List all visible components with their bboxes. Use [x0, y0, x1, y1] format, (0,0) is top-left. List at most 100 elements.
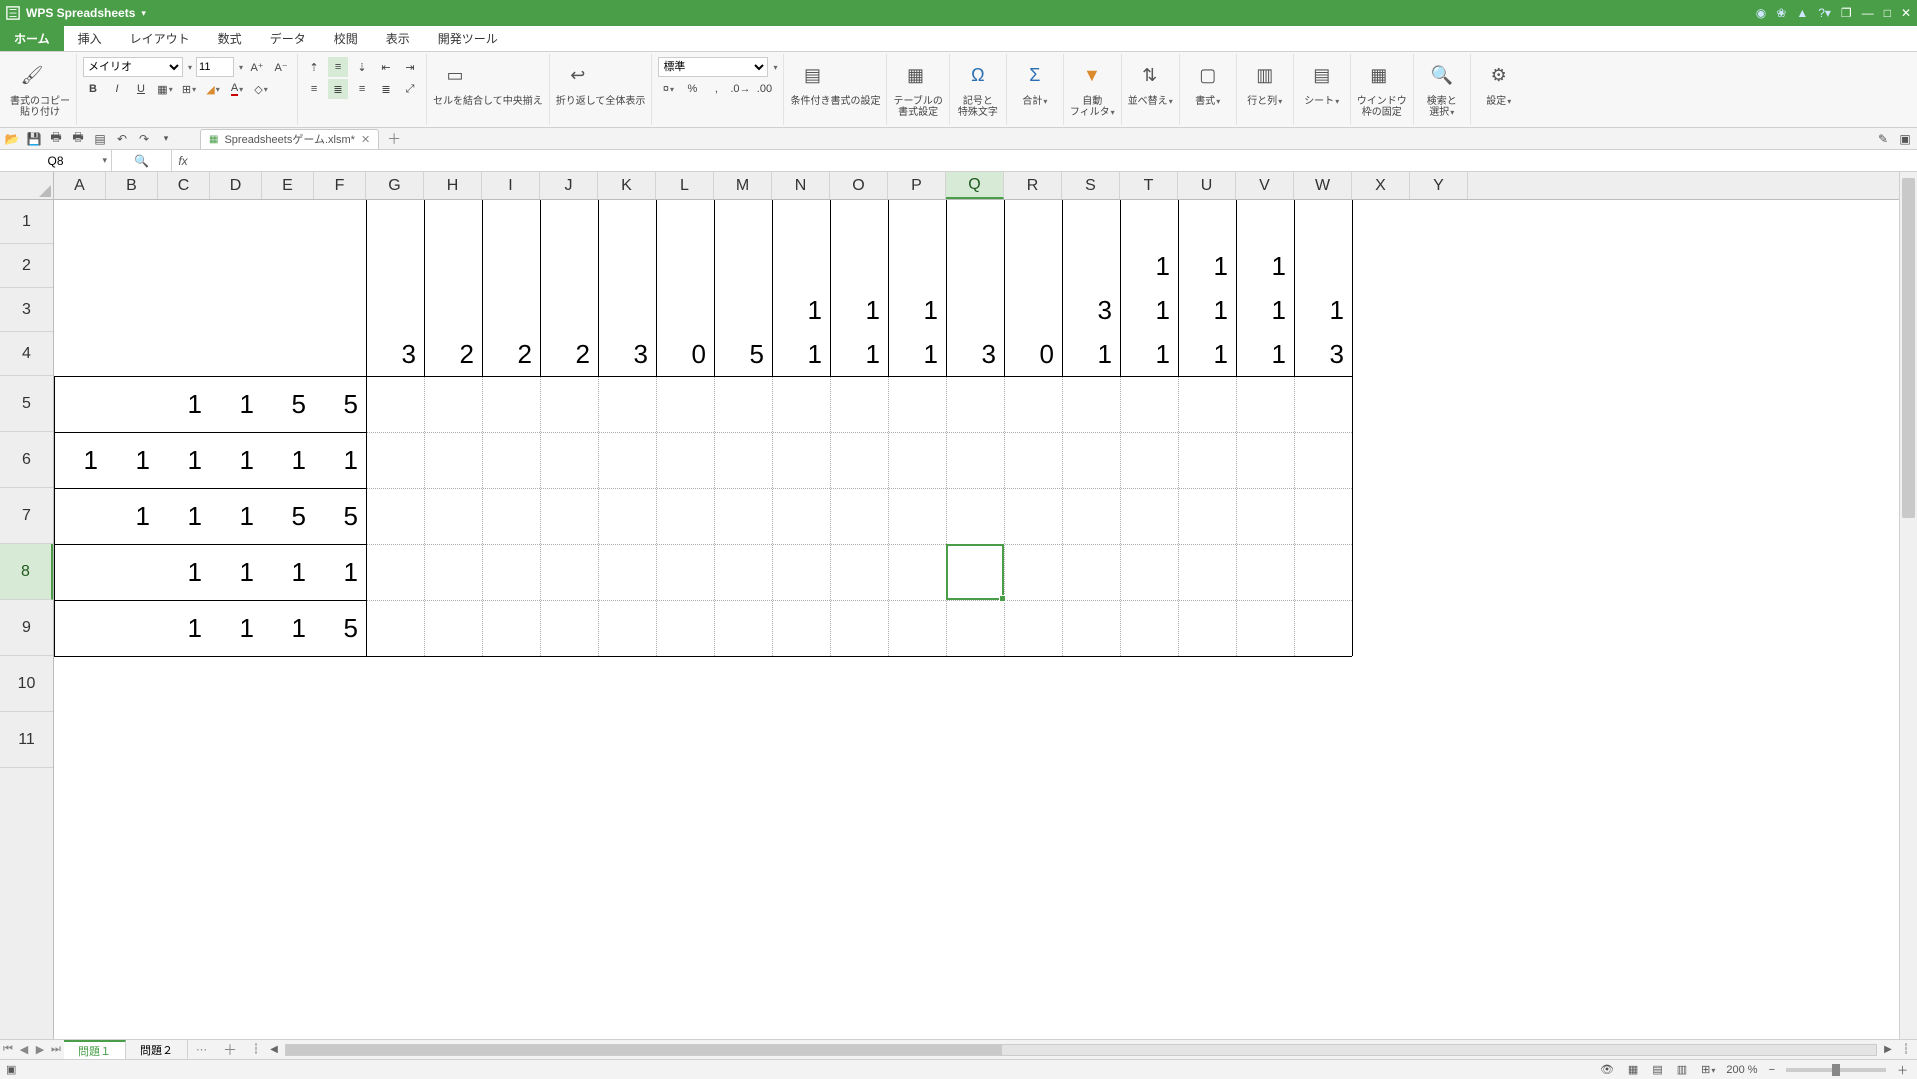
freeze-button[interactable]: ▦: [1357, 56, 1401, 96]
wps-user-icon[interactable]: ▲: [1796, 6, 1808, 20]
col-header-Q[interactable]: Q: [946, 172, 1004, 199]
zoom-slider[interactable]: [1786, 1068, 1886, 1072]
row-header-8[interactable]: 8: [0, 544, 53, 600]
col-header-V[interactable]: V: [1236, 172, 1294, 199]
col-header-T[interactable]: T: [1120, 172, 1178, 199]
cell-E5[interactable]: 5: [262, 376, 314, 432]
sheet-nav-last-icon[interactable]: ⏭: [48, 1043, 64, 1056]
menu-tab-insert[interactable]: 挿入: [64, 26, 116, 51]
menu-tab-layout[interactable]: レイアウト: [116, 26, 204, 51]
cell-E8[interactable]: 1: [262, 544, 314, 600]
menu-tab-review[interactable]: 校閲: [320, 26, 372, 51]
underline-icon[interactable]: U: [131, 79, 151, 99]
zoom-level[interactable]: 200 %: [1726, 1064, 1757, 1076]
align-bottom-icon[interactable]: ⇣: [352, 57, 372, 77]
decrease-indent-icon[interactable]: ⇤: [376, 57, 396, 77]
cell-C7[interactable]: 1: [158, 488, 210, 544]
sheet-nav-first-icon[interactable]: ⏮: [0, 1043, 16, 1056]
cell-U4[interactable]: 1: [1178, 332, 1236, 376]
view-break-icon[interactable]: ▥: [1674, 1063, 1690, 1076]
col-header-R[interactable]: R: [1004, 172, 1062, 199]
view-reading-icon[interactable]: ⊞▾: [1698, 1063, 1718, 1076]
cell-F9[interactable]: 5: [314, 600, 366, 656]
collapse-ribbon-icon[interactable]: ▣: [1897, 132, 1913, 146]
increase-indent-icon[interactable]: ⇥: [400, 57, 420, 77]
sort-button[interactable]: ⇅: [1128, 56, 1172, 96]
formula-input[interactable]: [194, 150, 1917, 171]
app-menu-dropdown-icon[interactable]: ▾: [141, 8, 146, 19]
name-box[interactable]: ▾: [0, 150, 112, 171]
percent-icon[interactable]: %: [682, 79, 702, 99]
wps-help-icon[interactable]: ?▾: [1818, 6, 1831, 20]
undo-icon[interactable]: ↶: [114, 132, 130, 146]
cell-O3[interactable]: 1: [830, 288, 888, 332]
align-top-icon[interactable]: ⇡: [304, 57, 324, 77]
fx-label-icon[interactable]: fx: [172, 150, 194, 171]
page-setup-icon[interactable]: ▤: [92, 132, 108, 146]
find-button[interactable]: 🔍: [1420, 56, 1464, 96]
cell-P4[interactable]: 1: [888, 332, 946, 376]
font-name-select[interactable]: メイリオ: [83, 57, 183, 77]
align-right-icon[interactable]: ≡: [352, 79, 372, 99]
format-button[interactable]: ▢: [1186, 56, 1230, 96]
decrease-font-icon[interactable]: A⁻: [271, 57, 291, 77]
number-format-select[interactable]: 標準: [658, 57, 768, 77]
col-header-P[interactable]: P: [888, 172, 946, 199]
cell-B6[interactable]: 1: [106, 432, 158, 488]
table-format-button[interactable]: ▦: [893, 56, 937, 96]
cell-D5[interactable]: 1: [210, 376, 262, 432]
row-header-9[interactable]: 9: [0, 600, 53, 656]
col-header-E[interactable]: E: [262, 172, 314, 199]
row-header-1[interactable]: 1: [0, 200, 53, 244]
view-page-icon[interactable]: ▤: [1649, 1063, 1665, 1076]
autofilter-button[interactable]: ▼: [1070, 56, 1114, 96]
cell-G4[interactable]: 3: [366, 332, 424, 376]
cell-C6[interactable]: 1: [158, 432, 210, 488]
cell-O4[interactable]: 1: [830, 332, 888, 376]
dropdown-icon[interactable]: ▾: [239, 63, 243, 72]
wps-gift-icon[interactable]: ❀: [1776, 6, 1786, 20]
row-header-7[interactable]: 7: [0, 488, 53, 544]
name-box-input[interactable]: [11, 154, 101, 168]
row-header-6[interactable]: 6: [0, 432, 53, 488]
cell-F6[interactable]: 1: [314, 432, 366, 488]
row-header-10[interactable]: 10: [0, 656, 53, 712]
sheet-nav-next-icon[interactable]: ▶: [32, 1043, 48, 1056]
row-header-5[interactable]: 5: [0, 376, 53, 432]
file-tab-add-icon[interactable]: ＋: [387, 129, 401, 149]
cell-L4[interactable]: 0: [656, 332, 714, 376]
col-header-L[interactable]: L: [656, 172, 714, 199]
col-header-F[interactable]: F: [314, 172, 366, 199]
row-header-11[interactable]: 11: [0, 712, 53, 768]
wps-cloud-icon[interactable]: ◉: [1756, 6, 1766, 20]
cell-H4[interactable]: 2: [424, 332, 482, 376]
open-icon[interactable]: 📂: [4, 132, 20, 146]
col-header-D[interactable]: D: [210, 172, 262, 199]
cell-C8[interactable]: 1: [158, 544, 210, 600]
cell-I4[interactable]: 2: [482, 332, 540, 376]
cell-C9[interactable]: 1: [158, 600, 210, 656]
window-minimize-icon[interactable]: —: [1862, 6, 1874, 20]
settings-button[interactable]: ⚙: [1477, 56, 1521, 96]
status-record-icon[interactable]: ▣: [6, 1063, 16, 1076]
cell-T3[interactable]: 1: [1120, 288, 1178, 332]
cell-B7[interactable]: 1: [106, 488, 158, 544]
sheet-add-icon[interactable]: ＋: [215, 1040, 245, 1060]
sheet-nav-prev-icon[interactable]: ◀: [16, 1043, 32, 1056]
increase-decimal-icon[interactable]: .0→: [730, 79, 750, 99]
col-header-M[interactable]: M: [714, 172, 772, 199]
sign-icon[interactable]: ✎: [1875, 132, 1891, 146]
cell-V3[interactable]: 1: [1236, 288, 1294, 332]
menu-tab-formula[interactable]: 数式: [204, 26, 256, 51]
hscroll-end-icon[interactable]: ┆: [1899, 1044, 1913, 1055]
cell-S3[interactable]: 3: [1062, 288, 1120, 332]
cell-P3[interactable]: 1: [888, 288, 946, 332]
format-painter-button[interactable]: 🖌: [10, 56, 54, 96]
align-justify-icon[interactable]: ≣: [376, 79, 396, 99]
rowcol-button[interactable]: ▥: [1243, 56, 1287, 96]
merge-center-button[interactable]: ▭: [433, 56, 477, 96]
cell-R4[interactable]: 0: [1004, 332, 1062, 376]
comma-icon[interactable]: ,: [706, 79, 726, 99]
orientation-icon[interactable]: ⤢: [400, 79, 420, 99]
cell-C5[interactable]: 1: [158, 376, 210, 432]
